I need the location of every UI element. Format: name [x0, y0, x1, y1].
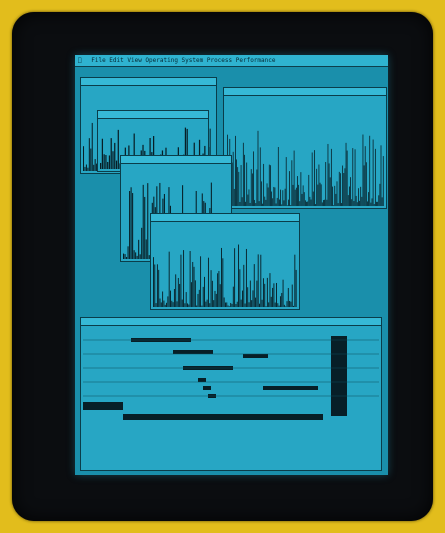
monitor-screen:  File Edit View Operating System Proces…: [75, 55, 388, 475]
histogram-plot: [226, 98, 384, 206]
window-title[interactable]: [98, 111, 208, 119]
photo-frame:  File Edit View Operating System Proces…: [0, 0, 445, 533]
bars-plot-center: [153, 224, 297, 307]
window-title[interactable]: [224, 88, 386, 96]
menu-bar-title: File Edit View Operating System Process …: [84, 57, 275, 64]
window-title[interactable]: [81, 78, 216, 86]
window-timeline[interactable]: [80, 317, 382, 471]
window-title[interactable]: [151, 214, 299, 222]
monitor-label: [120, 490, 340, 498]
window-bars-center[interactable]: [150, 213, 300, 310]
window-histogram-large[interactable]: [223, 87, 387, 209]
window-title[interactable]: [81, 318, 381, 326]
window-title[interactable]: [121, 156, 231, 164]
timeline-plot: [83, 328, 379, 468]
menu-bar[interactable]:  File Edit View Operating System Proces…: [75, 55, 388, 67]
apple-icon[interactable]: : [75, 57, 85, 64]
